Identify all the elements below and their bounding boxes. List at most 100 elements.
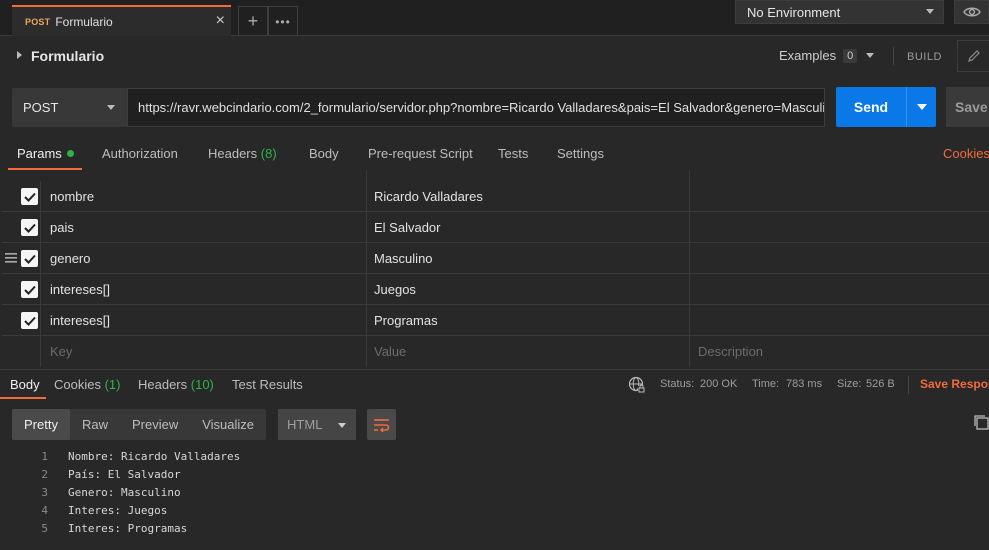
row-checkbox[interactable] xyxy=(21,219,38,236)
tab-strip: POST Formulario × + ••• No Environment xyxy=(0,0,989,36)
param-value[interactable]: Ricardo Valladares xyxy=(374,189,483,204)
checkbox-cell xyxy=(2,212,41,243)
save-button[interactable]: Save xyxy=(946,87,989,127)
caret-right-icon[interactable] xyxy=(17,51,22,59)
column-divider xyxy=(689,336,690,367)
tab-body[interactable]: Body xyxy=(309,146,339,161)
edit-button[interactable] xyxy=(957,40,989,72)
close-icon[interactable]: × xyxy=(216,13,225,29)
url-input[interactable]: https://ravr.webcindario.com/2_formulari… xyxy=(127,88,825,127)
tab-authorization[interactable]: Authorization xyxy=(102,146,178,161)
column-divider xyxy=(366,181,367,212)
table-row: intereses[] Programas xyxy=(2,305,989,336)
environment-select[interactable]: No Environment xyxy=(735,0,944,24)
size-value[interactable]: 526 B xyxy=(866,378,895,390)
column-divider xyxy=(366,305,367,336)
copy-icon[interactable] xyxy=(973,414,989,430)
param-value[interactable]: Programas xyxy=(374,313,438,328)
environment-quick-look-button[interactable] xyxy=(954,0,989,24)
status-value[interactable]: 200 OK xyxy=(700,378,737,390)
tab-headers[interactable]: Headers (8) xyxy=(208,146,277,161)
examples-label: Examples xyxy=(779,48,837,63)
drag-handle-icon[interactable] xyxy=(5,253,17,263)
tab-response-headers[interactable]: Headers (10) xyxy=(138,377,214,392)
view-raw-button[interactable]: Raw xyxy=(70,409,120,440)
checkbox-cell xyxy=(2,305,41,336)
column-divider xyxy=(366,336,367,367)
line-number: 3 xyxy=(41,486,48,499)
column-divider xyxy=(689,212,690,243)
param-key[interactable]: intereses[] xyxy=(50,282,110,297)
view-pretty-button[interactable]: Pretty xyxy=(12,409,70,440)
line-number: 1 xyxy=(41,450,48,463)
param-key-input[interactable]: Key xyxy=(50,344,72,359)
params-table-header xyxy=(2,170,989,181)
send-options-button[interactable] xyxy=(906,87,936,127)
param-description-input[interactable]: Description xyxy=(698,344,763,359)
language-select[interactable]: HTML xyxy=(278,409,357,440)
plus-icon: + xyxy=(247,11,259,31)
chevron-down-icon xyxy=(338,423,347,428)
param-value-input[interactable]: Value xyxy=(374,344,406,359)
response-body-code: 1 Nombre: Ricardo Valladares 2 País: El Sa… xyxy=(0,448,989,538)
table-row: genero Masculino xyxy=(2,243,989,274)
tab-headers-label: Headers xyxy=(208,146,258,161)
tab-test-results[interactable]: Test Results xyxy=(232,377,303,392)
params-table: nombre Ricardo Valladares pais El Salvad… xyxy=(2,181,989,367)
param-value[interactable]: Juegos xyxy=(374,282,416,297)
checkbox-cell xyxy=(2,181,41,212)
response-tabs: Body Cookies (1) Headers (10) Test Resul… xyxy=(0,369,989,399)
ellipsis-icon: ••• xyxy=(275,14,291,29)
tab-params-label: Params xyxy=(17,146,62,161)
method-select[interactable]: POST xyxy=(12,88,127,127)
column-divider xyxy=(366,212,367,243)
cookies-link[interactable]: Cookies xyxy=(943,146,989,161)
column-divider xyxy=(689,274,690,305)
request-tab[interactable]: POST Formulario × xyxy=(12,5,231,36)
tab-response-body[interactable]: Body xyxy=(10,377,40,392)
wrap-lines-icon xyxy=(374,418,390,432)
column-divider xyxy=(689,305,690,336)
param-key[interactable]: pais xyxy=(50,220,74,235)
build-mode-button[interactable]: BUILD xyxy=(907,51,942,63)
chevron-down-icon xyxy=(107,105,115,110)
view-preview-button[interactable]: Preview xyxy=(120,409,190,440)
view-visualize-button[interactable]: Visualize xyxy=(190,409,266,440)
request-title[interactable]: Formulario xyxy=(31,48,104,64)
time-value[interactable]: 783 ms xyxy=(786,378,822,390)
check-icon xyxy=(23,254,36,264)
param-value[interactable]: Masculino xyxy=(374,251,433,266)
row-checkbox[interactable] xyxy=(21,250,38,267)
tab-tests[interactable]: Tests xyxy=(498,146,528,161)
wrap-lines-button[interactable] xyxy=(367,409,397,440)
row-checkbox[interactable] xyxy=(21,281,38,298)
tab-settings[interactable]: Settings xyxy=(557,146,604,161)
globe-icon[interactable] xyxy=(628,376,645,393)
new-tab-button[interactable]: + xyxy=(238,6,268,36)
checkbox-cell xyxy=(2,243,41,274)
pencil-icon xyxy=(967,50,980,62)
line-number: 2 xyxy=(41,468,48,481)
tab-prerequest-script[interactable]: Pre-request Script xyxy=(368,146,473,161)
tab-response-cookies-label: Cookies xyxy=(54,377,101,392)
save-response-button[interactable]: Save Response xyxy=(920,377,989,391)
param-value[interactable]: El Salvador xyxy=(374,220,440,235)
tab-response-cookies[interactable]: Cookies (1) xyxy=(54,377,120,392)
check-icon xyxy=(23,316,36,326)
param-key[interactable]: nombre xyxy=(50,189,94,204)
column-divider xyxy=(689,181,690,212)
param-key[interactable]: intereses[] xyxy=(50,313,110,328)
request-title-row: Formulario Examples 0 BUILD xyxy=(0,37,989,75)
examples-dropdown[interactable]: Examples 0 xyxy=(779,48,875,63)
param-key[interactable]: genero xyxy=(50,251,90,266)
column-divider xyxy=(366,170,367,181)
row-checkbox[interactable] xyxy=(21,312,38,329)
view-mode-group: Pretty Raw Preview Visualize xyxy=(12,409,267,440)
table-row: pais El Salvador xyxy=(2,212,989,243)
tab-params[interactable]: Params xyxy=(17,146,74,161)
row-checkbox[interactable] xyxy=(21,188,38,205)
request-tabs: Params Authorization Headers (8) Body Pr… xyxy=(0,138,989,170)
line-text: Interes: Programas xyxy=(68,522,188,535)
send-button[interactable]: Send xyxy=(836,87,906,127)
more-tabs-button[interactable]: ••• xyxy=(268,6,298,36)
